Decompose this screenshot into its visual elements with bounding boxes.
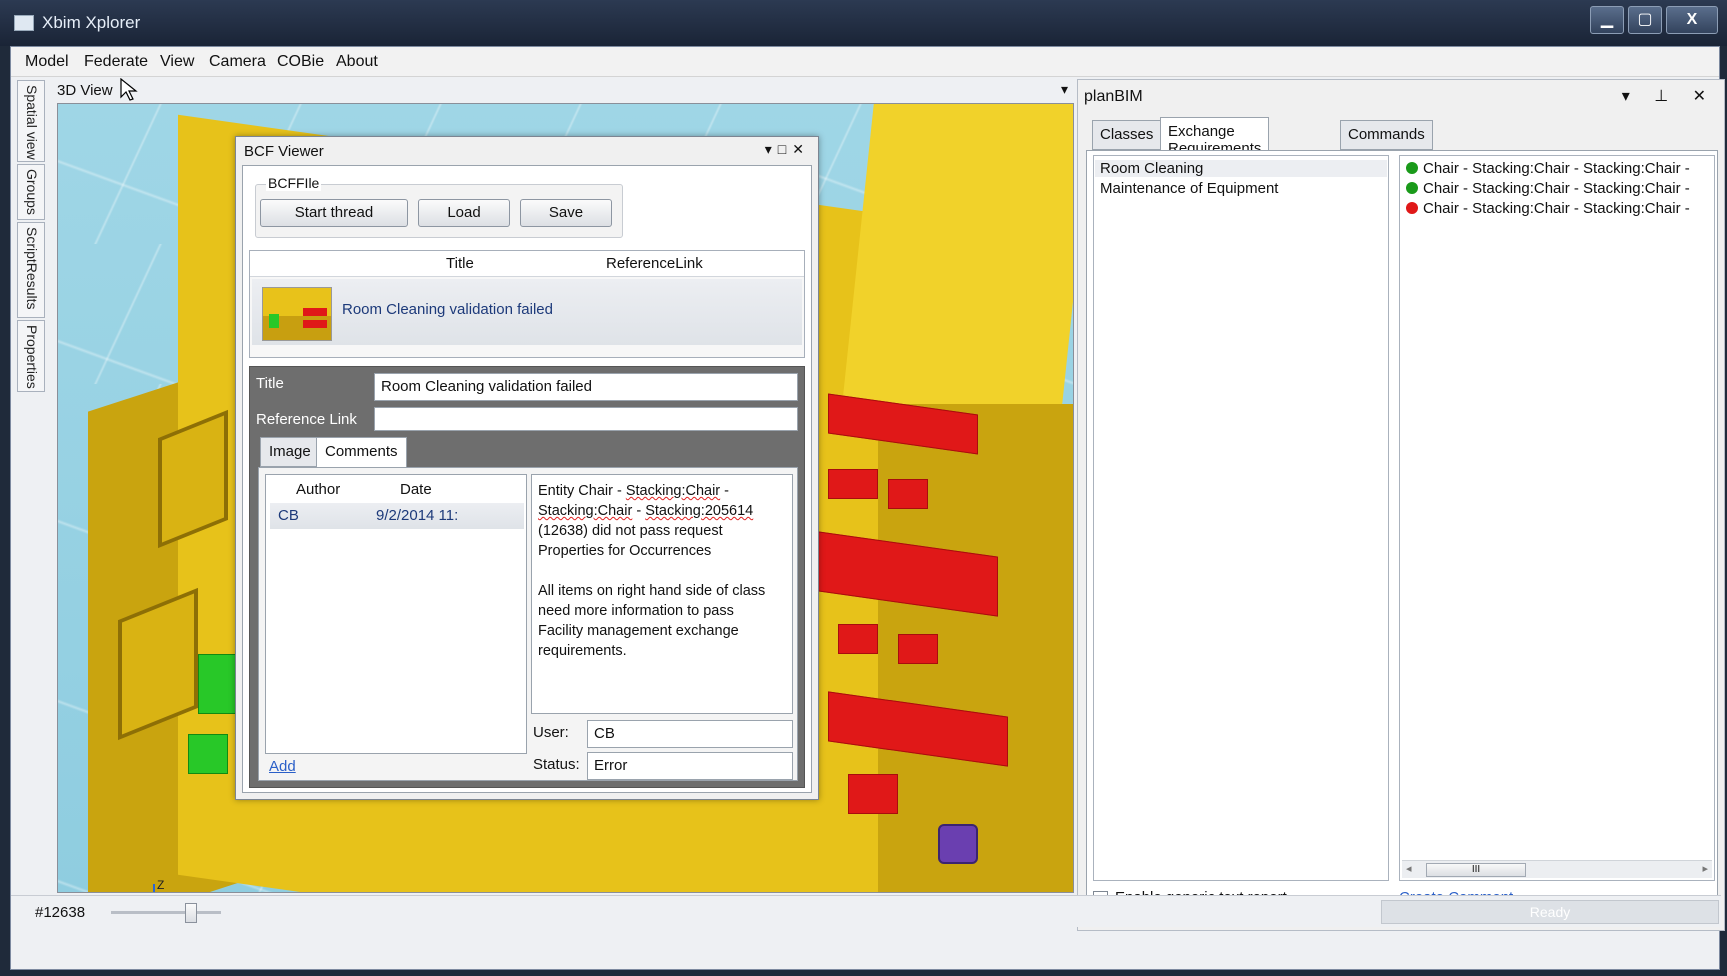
topics-grid: Title ReferenceLink Room Cleaning valida…: [249, 250, 805, 358]
bcf-viewer-content: BCFFIle Start thread Load Save Title Ref…: [242, 165, 812, 793]
chair-red: [848, 774, 898, 814]
side-tab-script-results[interactable]: ScriptResults: [17, 222, 45, 318]
scroll-left-icon[interactable]: ◂: [1406, 862, 1412, 875]
side-tab-strip: Spatial view Groups ScriptResults Proper…: [17, 80, 45, 480]
mouse-cursor-icon: [120, 78, 138, 101]
status-field[interactable]: Error: [587, 752, 793, 780]
list-item[interactable]: Chair - Stacking:Chair - Stacking:Chair …: [1406, 180, 1690, 197]
bcf-window-controls[interactable]: ▾□✕: [765, 141, 810, 158]
tab-commands[interactable]: Commands: [1340, 120, 1433, 150]
list-item-maintenance-of-equipment[interactable]: Maintenance of Equipment: [1100, 180, 1278, 197]
bcf-file-group: BCFFIle Start thread Load Save: [255, 175, 623, 238]
results-list: Chair - Stacking:Chair - Stacking:Chair …: [1399, 155, 1715, 881]
scroll-right-icon[interactable]: ▸: [1702, 862, 1708, 875]
navigation-cube-icon[interactable]: [938, 824, 978, 864]
column-header-reference-link[interactable]: ReferenceLink: [606, 255, 703, 272]
chair-red: [898, 634, 938, 664]
planbim-title: planBIM: [1084, 88, 1143, 105]
selected-entity-id: #12638: [35, 904, 86, 921]
axis-gizmo: Z X Y: [113, 878, 173, 892]
start-thread-button[interactable]: Start thread: [260, 199, 408, 227]
slider-knob[interactable]: [185, 903, 197, 923]
tab-exchange-requirements[interactable]: Exchange Requirements: [1160, 117, 1270, 157]
column-header-title[interactable]: Title: [446, 255, 474, 272]
minimize-button[interactable]: ▁: [1590, 6, 1624, 34]
comment-author: CB: [278, 507, 299, 524]
building-block-right: [842, 104, 1073, 404]
status-ready: Ready: [1381, 900, 1719, 924]
app-icon: [14, 15, 34, 31]
save-button[interactable]: Save: [520, 199, 612, 227]
window-title: Xbim Xplorer: [42, 13, 141, 32]
planbim-panel: planBIM ▾ ⊥ ✕ Classes Exchange Requireme…: [1077, 79, 1725, 931]
status-label: Status:: [533, 756, 580, 773]
bcf-file-group-label: BCFFIle: [266, 175, 322, 191]
menu-camera[interactable]: Camera: [209, 53, 266, 71]
user-label: User:: [533, 724, 569, 741]
list-item[interactable]: Chair - Stacking:Chair - Stacking:Chair …: [1406, 160, 1690, 177]
transparency-slider[interactable]: [111, 903, 221, 923]
chair-green: [198, 654, 238, 714]
exchange-requirements-body: Room Cleaning Maintenance of Equipment C…: [1086, 150, 1718, 924]
status-bar: #12638 Ready: [11, 895, 1721, 927]
view3d-menu-icon[interactable]: ▾: [1061, 81, 1068, 98]
bcf-viewer-title: BCF Viewer: [244, 143, 324, 160]
side-tab-groups[interactable]: Groups: [17, 164, 45, 220]
z-axis-line: [153, 884, 155, 892]
tab-3d-view[interactable]: 3D View: [49, 79, 121, 103]
topic-detail: Title Room Cleaning validation failed Re…: [249, 366, 805, 788]
comments-grid: Author Date CB 9/2/2014 11:: [265, 474, 527, 754]
comment-date: 9/2/2014 11:: [376, 507, 459, 524]
menubar: Model Federate View Camera COBie About: [11, 47, 1719, 77]
table-row[interactable]: Room Cleaning validation failed: [252, 279, 802, 345]
chair-green: [188, 734, 228, 774]
horizontal-scrollbar[interactable]: ◂ III ▸: [1402, 860, 1712, 878]
tab-classes[interactable]: Classes: [1092, 120, 1162, 150]
menu-federate[interactable]: Federate: [84, 53, 148, 71]
load-button[interactable]: Load: [418, 199, 510, 227]
list-item[interactable]: Chair - Stacking:Chair - Stacking:Chair …: [1406, 200, 1690, 217]
comments-tab-body: Author Date CB 9/2/2014 11: Add Entity C…: [258, 467, 798, 781]
list-item-room-cleaning[interactable]: Room Cleaning: [1095, 160, 1387, 177]
table-row[interactable]: CB 9/2/2014 11:: [270, 503, 524, 529]
z-axis-label: Z: [157, 878, 165, 892]
reference-link-field[interactable]: [374, 407, 798, 431]
planbim-panel-controls[interactable]: ▾ ⊥ ✕: [1622, 86, 1716, 106]
bcf-viewer-window: BCF Viewer ▾□✕ BCFFIle Start thread Load…: [235, 136, 819, 800]
status-fail-icon: [1406, 202, 1418, 214]
user-field[interactable]: CB: [587, 720, 793, 748]
view3d-header: 3D View ▾: [49, 79, 1074, 103]
column-header-date[interactable]: Date: [400, 481, 432, 498]
menu-about[interactable]: About: [336, 53, 378, 71]
status-pass-icon: [1406, 162, 1418, 174]
topic-title: Room Cleaning validation failed: [342, 301, 553, 318]
scroll-thumb[interactable]: III: [1426, 863, 1526, 877]
menu-model[interactable]: Model: [25, 53, 69, 71]
tab-image[interactable]: Image: [260, 437, 320, 467]
topic-snapshot-thumbnail: [262, 287, 332, 341]
add-comment-link[interactable]: Add: [269, 758, 296, 775]
requirements-list: Room Cleaning Maintenance of Equipment: [1093, 155, 1389, 881]
chair-red: [888, 479, 928, 509]
menu-view[interactable]: View: [160, 53, 194, 71]
close-window-button[interactable]: X: [1666, 6, 1718, 34]
side-tab-properties[interactable]: Properties: [17, 320, 45, 392]
tab-comments[interactable]: Comments: [316, 437, 407, 468]
chair-red: [838, 624, 878, 654]
comment-text-area[interactable]: Entity Chair - Stacking:Chair - Stacking…: [531, 474, 793, 714]
title-label: Title: [256, 375, 284, 392]
maximize-button[interactable]: ▢: [1628, 6, 1662, 34]
topics-grid-header: Title ReferenceLink: [250, 251, 804, 277]
side-tab-spatial-view[interactable]: Spatial view: [17, 80, 45, 162]
status-pass-icon: [1406, 182, 1418, 194]
chair-red: [828, 469, 878, 499]
window-titlebar: Xbim Xplorer ▁ ▢ X: [0, 0, 1727, 46]
title-field[interactable]: Room Cleaning validation failed: [374, 373, 798, 401]
menu-cobie[interactable]: COBie: [277, 53, 324, 71]
column-header-author[interactable]: Author: [296, 481, 340, 498]
reference-link-label: Reference Link: [256, 411, 357, 428]
